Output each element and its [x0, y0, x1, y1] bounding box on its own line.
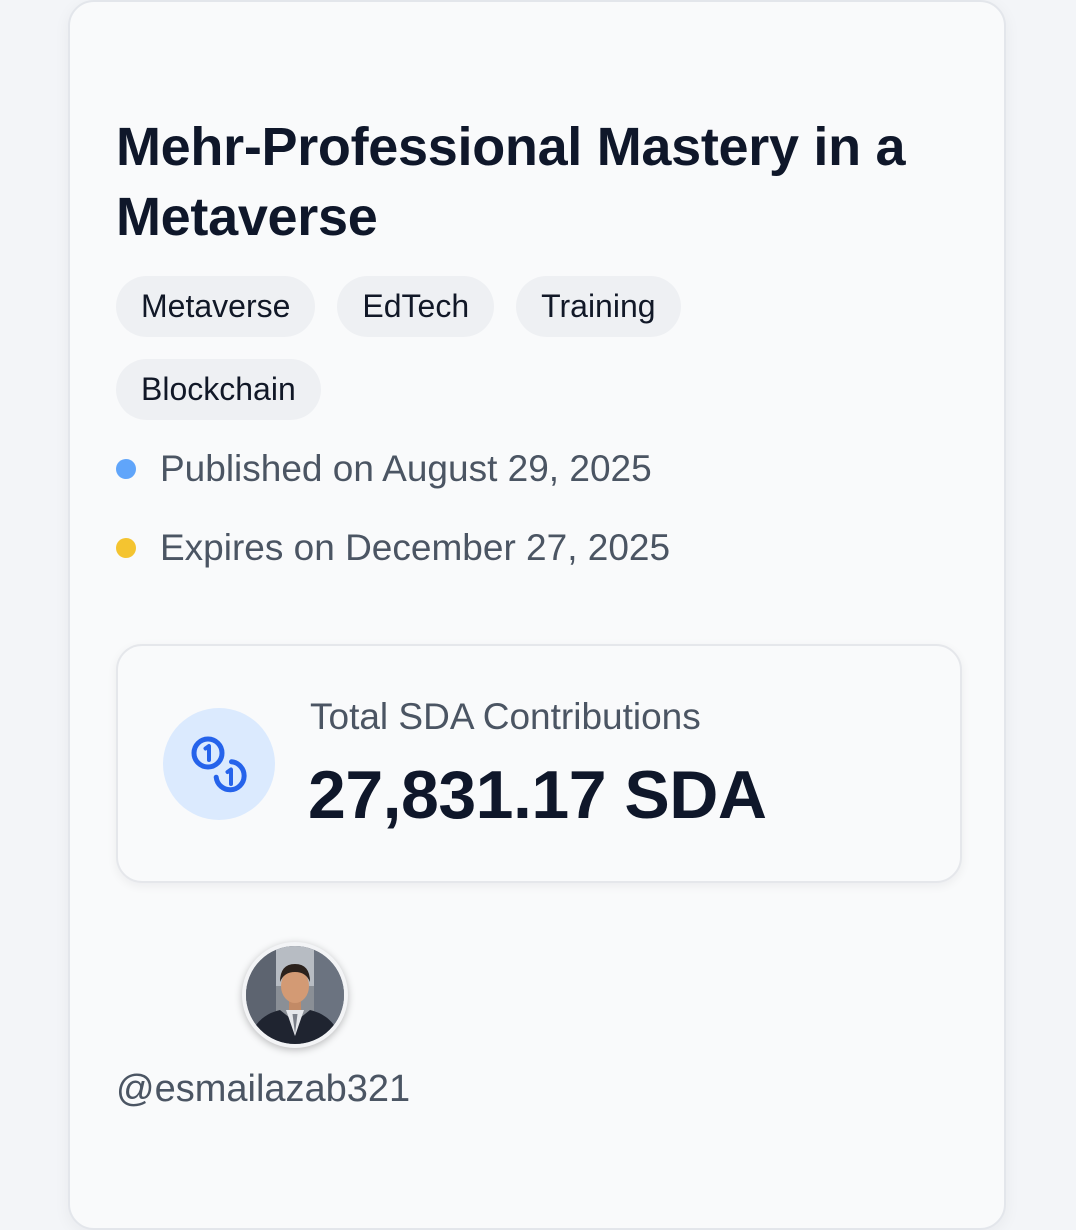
contributions-panel: Total SDA Contributions 27,831.17 SDA [116, 644, 962, 883]
expires-date-row: Expires on December 27, 2025 [116, 527, 670, 569]
author-username[interactable]: @esmailazab321 [116, 1068, 410, 1111]
contributions-label: Total SDA Contributions [310, 696, 701, 737]
tag-training[interactable]: Training [516, 276, 681, 337]
tag-blockchain[interactable]: Blockchain [116, 359, 321, 420]
published-date-row: Published on August 29, 2025 [116, 448, 652, 490]
expires-status-dot [116, 538, 136, 558]
contributions-value: 27,831.17 SDA [308, 757, 767, 833]
coins-icon [163, 708, 275, 820]
avatar[interactable] [242, 942, 348, 1048]
tag-list: Metaverse EdTech Training Blockchain [116, 276, 816, 420]
project-title: Mehr-Professional Mastery in a Metaverse [116, 117, 906, 247]
published-status-dot [116, 459, 136, 479]
published-date: Published on August 29, 2025 [160, 448, 652, 489]
project-card: Mehr-Professional Mastery in a Metaverse… [68, 0, 1006, 1230]
expires-date: Expires on December 27, 2025 [160, 527, 671, 568]
tag-metaverse[interactable]: Metaverse [116, 276, 316, 337]
tag-edtech[interactable]: EdTech [337, 276, 495, 337]
